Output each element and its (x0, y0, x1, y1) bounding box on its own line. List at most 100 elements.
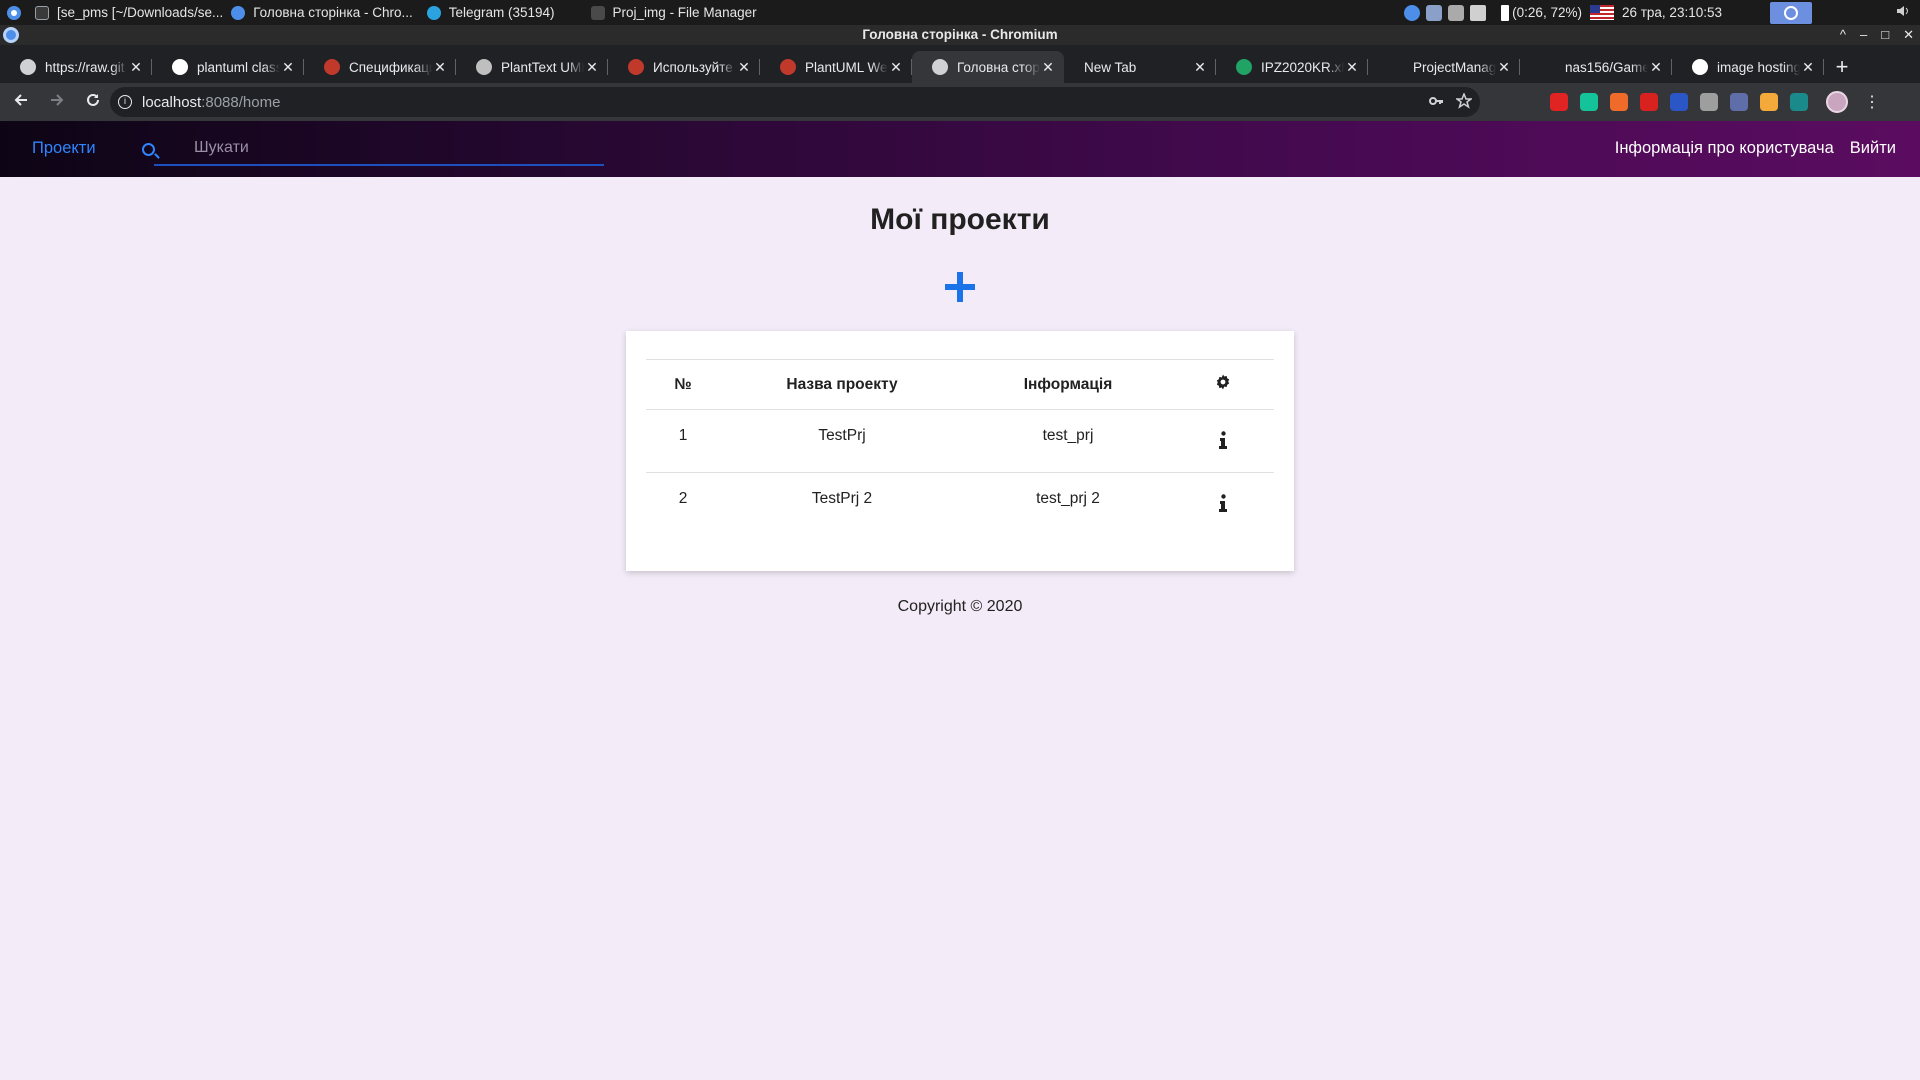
volume-icon[interactable] (1896, 4, 1910, 21)
browser-tab[interactable]: Спецификаци ✕ (304, 51, 456, 83)
browser-tab[interactable]: PlantUML Web ✕ (760, 51, 912, 83)
tab-close-icon[interactable]: ✕ (1192, 59, 1208, 76)
tab-close-icon[interactable]: ✕ (1800, 59, 1816, 76)
plantuml-icon (628, 59, 644, 75)
close-window-button[interactable]: ✕ (1903, 25, 1914, 45)
project-info: test_prj 2 (1036, 490, 1100, 507)
browser-tab[interactable]: Используйте ✕ (608, 51, 760, 83)
minimize-button[interactable]: – (1860, 25, 1867, 45)
extension-dots-icon[interactable] (1730, 93, 1748, 111)
browser-toolbar: i localhost:8088/home ⋮ (0, 83, 1920, 121)
telegram-icon (426, 5, 441, 20)
display-tray-icon[interactable] (1448, 4, 1465, 21)
page-title: Мої проекти (870, 203, 1050, 236)
forward-button[interactable] (42, 92, 72, 113)
chromium-icon (231, 5, 246, 20)
browser-tab[interactable]: image hosting ✕ (1672, 51, 1824, 83)
key-icon[interactable] (1428, 93, 1444, 112)
app-header: Проекти Інформація про користувача Вийти (0, 121, 1920, 177)
browser-menu-icon[interactable]: ⋮ (1864, 92, 1880, 112)
maximize-button[interactable]: □ (1881, 25, 1889, 45)
tab-close-icon[interactable]: ✕ (128, 59, 144, 76)
active-app-indicator[interactable] (1770, 1, 1812, 24)
gear-icon (1215, 374, 1231, 390)
project-actions (1172, 473, 1274, 536)
add-project-button[interactable] (945, 272, 975, 302)
tab-label: IPZ2020KR.xlsx (1261, 59, 1344, 75)
address-bar[interactable]: i localhost:8088/home (110, 87, 1480, 117)
window-titlebar: Головна сторінка - Chromium ^ – □ ✕ (0, 25, 1920, 45)
footer-copyright: Copyright © 2020 (897, 598, 1023, 615)
browser-tab[interactable]: New Tab ✕ (1064, 51, 1216, 83)
site-info-icon[interactable]: i (118, 95, 132, 109)
k-extension-icon[interactable] (1670, 93, 1688, 111)
tab-label: https://raw.git (45, 59, 125, 75)
url-host: localhost (142, 93, 202, 111)
table-row[interactable]: 2 TestPrj 2 test_prj 2 (646, 473, 1274, 536)
taskbar-item-telegram[interactable]: Telegram (35194) (426, 5, 555, 20)
clock[interactable]: 26 тра, 23:10:53 (1622, 5, 1722, 20)
browser-tab[interactable]: https://raw.git ✕ (0, 51, 152, 83)
wifi-icon[interactable] (1470, 4, 1487, 21)
tab-label: PlantUML Web (805, 59, 888, 75)
column-header-number: № (646, 359, 720, 410)
nav-projects-link[interactable]: Проекти (32, 139, 96, 158)
project-name: TestPrj 2 (811, 490, 873, 507)
taskbar-item-chromium[interactable]: Головна сторінка - Chro... (231, 5, 413, 20)
user-info-link[interactable]: Інформація про користувача (1615, 139, 1834, 158)
tab-label: image hosting (1717, 59, 1800, 75)
browser-tab[interactable]: PlantText UML ✕ (456, 51, 608, 83)
info-icon[interactable] (1219, 494, 1227, 512)
github-icon (1388, 59, 1404, 75)
browser-tab[interactable]: nas156/Game ✕ (1520, 51, 1672, 83)
grammarly-icon[interactable] (1580, 93, 1598, 111)
chromium-tray-icon[interactable] (1404, 4, 1421, 21)
tab-close-icon[interactable]: ✕ (1496, 59, 1512, 76)
extension-multicolor-icon[interactable] (1760, 93, 1778, 111)
tab-close-icon[interactable]: ✕ (736, 59, 752, 76)
profile-avatar[interactable] (1826, 91, 1848, 113)
network-tray-icon[interactable] (1426, 4, 1443, 21)
tab-close-icon[interactable]: ✕ (1648, 59, 1664, 76)
tab-close-icon[interactable]: ✕ (584, 59, 600, 76)
github-icon (1540, 59, 1556, 75)
system-taskbar: [se_pms [~/Downloads/se... Головна сторі… (0, 0, 1920, 25)
tab-label: nas156/Game (1565, 59, 1648, 75)
bookmark-star-icon[interactable] (1454, 91, 1474, 112)
flash-icon[interactable] (1640, 93, 1658, 111)
app-launcher-icon[interactable] (3, 2, 25, 24)
tab-close-icon[interactable]: ✕ (888, 59, 904, 76)
extension-teal-icon[interactable] (1790, 93, 1808, 111)
tab-close-icon[interactable]: ✕ (1040, 59, 1056, 76)
browser-tab[interactable]: IPZ2020KR.xlsx✕ (1216, 51, 1368, 83)
tab-close-icon[interactable]: ✕ (432, 59, 448, 76)
tab-label: plantuml class (197, 59, 280, 75)
plantuml-icon (324, 59, 340, 75)
keyboard-layout-flag-icon[interactable] (1589, 5, 1614, 20)
search-input[interactable] (194, 134, 594, 162)
tab-label: Головна сторі (957, 59, 1040, 75)
tab-strip: https://raw.git ✕ plantuml class ✕ Специфика… (0, 45, 1920, 83)
table-row[interactable]: 1 TestPrj test_prj (646, 409, 1274, 473)
tab-close-icon[interactable]: ✕ (1344, 59, 1360, 76)
battery-status: (0:26, 72%) (1512, 5, 1582, 20)
reload-button[interactable] (78, 92, 108, 113)
browser-tab[interactable]: plantuml class ✕ (152, 51, 304, 83)
project-number: 2 (678, 490, 688, 507)
chromium-icon (3, 27, 19, 43)
tab-label: PlantText UML (501, 59, 584, 75)
taskbar-item-file-manager[interactable]: Proj_img - File Manager (590, 5, 757, 20)
back-button[interactable] (6, 92, 36, 113)
tab-close-icon[interactable]: ✕ (280, 59, 296, 76)
taskbar-item-ide[interactable]: [se_pms [~/Downloads/se... (35, 5, 223, 20)
browser-tab[interactable]: ProjectManag ✕ (1368, 51, 1520, 83)
window-menu-button[interactable]: ^ (1840, 25, 1846, 45)
browser-tab[interactable]: Головна сторі ✕ (912, 51, 1064, 83)
extension-gray-icon[interactable] (1700, 93, 1718, 111)
new-tab-button[interactable]: + (1824, 51, 1860, 83)
logout-link[interactable]: Вийти (1850, 139, 1896, 158)
adblock-icon[interactable] (1550, 93, 1568, 111)
extension-orange-icon[interactable] (1610, 93, 1628, 111)
battery-icon[interactable] (1501, 4, 1510, 21)
info-icon[interactable] (1219, 431, 1227, 449)
